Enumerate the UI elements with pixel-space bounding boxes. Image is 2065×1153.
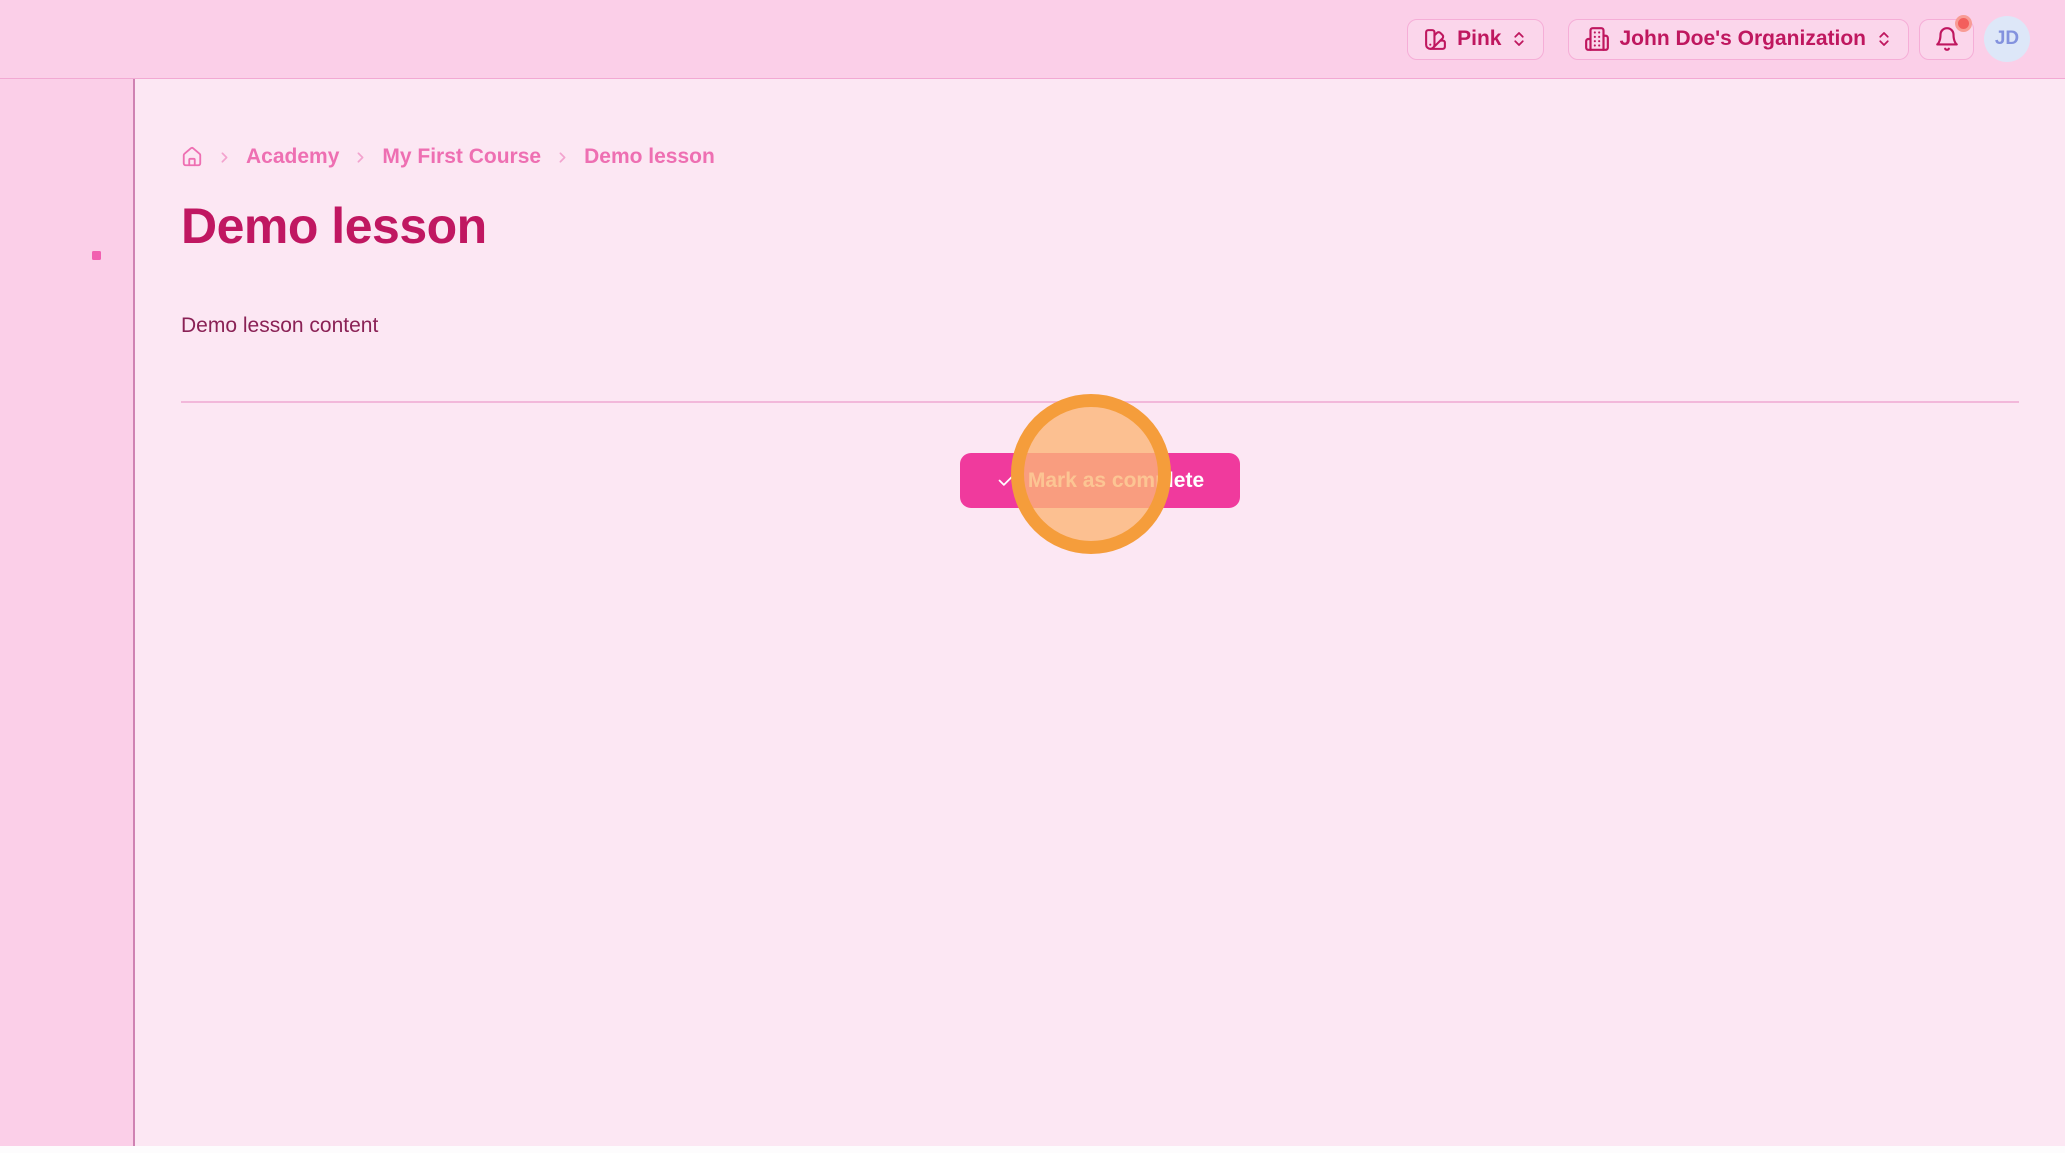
- main-content: Academy My First Course Demo lesson Demo…: [135, 79, 2065, 1146]
- app-root: Pink John Doe's Organization: [0, 0, 2065, 1153]
- avatar-initials: JD: [1995, 28, 2019, 50]
- lesson-content-text: Demo lesson content: [181, 313, 2019, 339]
- user-avatar[interactable]: JD: [1984, 16, 2030, 62]
- chevron-right-icon: [352, 149, 369, 166]
- chevrons-up-down-icon: [1875, 30, 1893, 48]
- notifications-button[interactable]: [1919, 19, 1974, 60]
- mark-as-complete-button[interactable]: Mark as complete: [960, 453, 1240, 508]
- sidebar: [0, 79, 135, 1146]
- breadcrumb-home-link[interactable]: [181, 146, 203, 168]
- chevron-right-icon: [554, 149, 571, 166]
- building-icon: [1584, 26, 1610, 52]
- theme-selector-button[interactable]: Pink: [1407, 19, 1544, 60]
- organization-selector-label: John Doe's Organization: [1619, 27, 1866, 51]
- bell-icon: [1934, 26, 1960, 52]
- bottom-edge-strip: [0, 1146, 2065, 1153]
- breadcrumb-item-academy[interactable]: Academy: [246, 145, 339, 169]
- swatch-book-icon: [1423, 27, 1448, 52]
- breadcrumb-item-lesson[interactable]: Demo lesson: [584, 145, 715, 169]
- chevron-right-icon: [216, 149, 233, 166]
- mark-as-complete-label: Mark as complete: [1028, 469, 1204, 493]
- theme-selector-label: Pink: [1457, 27, 1501, 51]
- content-divider: [181, 401, 2019, 403]
- sidebar-collapsed-item: [92, 251, 101, 260]
- organization-selector-button[interactable]: John Doe's Organization: [1568, 19, 1909, 60]
- topbar: Pink John Doe's Organization: [0, 0, 2065, 79]
- check-icon: [996, 470, 1017, 491]
- chevrons-up-down-icon: [1510, 30, 1528, 48]
- page-title: Demo lesson: [181, 197, 2019, 255]
- breadcrumb: Academy My First Course Demo lesson: [181, 145, 2019, 169]
- breadcrumb-item-course[interactable]: My First Course: [382, 145, 541, 169]
- home-icon: [181, 146, 203, 168]
- notification-dot: [1955, 15, 1972, 32]
